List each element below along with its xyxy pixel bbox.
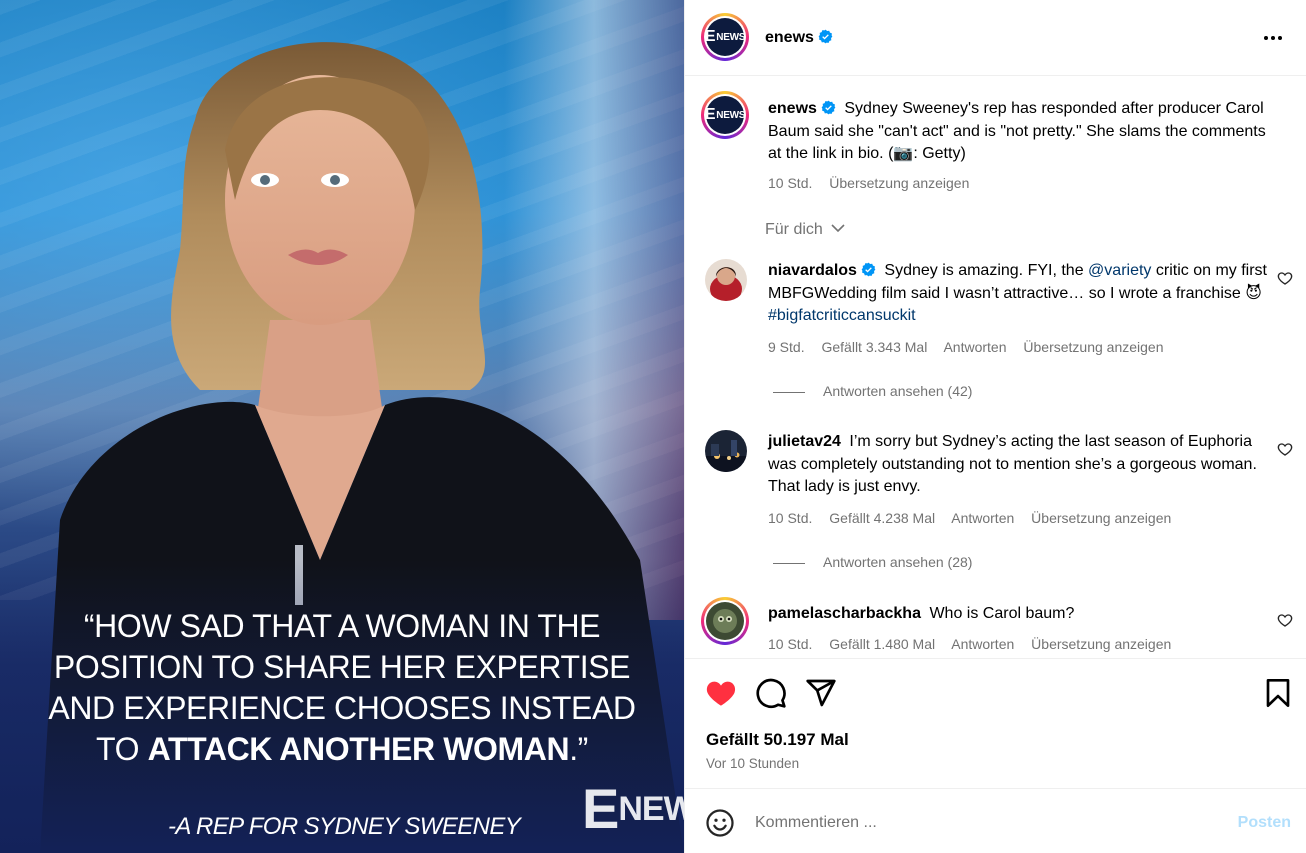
- comment-icon[interactable]: [755, 677, 787, 709]
- reply-button[interactable]: Antworten: [951, 636, 1014, 652]
- comment-text: pamelascharbackha Who is Carol baum?: [768, 603, 1268, 626]
- quote-line-1: “HOW SAD THAT A WOMAN IN THE: [83, 608, 601, 644]
- verified-badge-icon: [818, 29, 833, 44]
- comment-username[interactable]: julietav24: [768, 433, 841, 450]
- reply-button[interactable]: Antworten: [943, 339, 1006, 355]
- enews-logo-icon: E NEWS: [705, 96, 745, 134]
- like-comment-icon[interactable]: [1277, 270, 1293, 286]
- comment-meta: 9 Std. Gefällt 3.343 Mal Antworten Übers…: [768, 339, 1177, 355]
- post-actions: Gefällt 50.197 Mal Vor 10 Stunden: [685, 658, 1306, 788]
- enews-logo-icon: E NEWS: [705, 18, 745, 56]
- comment-time[interactable]: 10 Std.: [768, 636, 812, 652]
- quote-line-3: AND EXPERIENCE CHOOSES INSTEAD: [48, 690, 636, 726]
- comment-body: Who is Carol baum?: [929, 605, 1075, 622]
- comment-meta: 10 Std. Gefällt 4.238 Mal Antworten Über…: [768, 510, 1184, 526]
- header-username[interactable]: enews: [765, 29, 833, 47]
- comment-likes[interactable]: Gefällt 1.480 Mal: [829, 636, 935, 652]
- caption-translate-link[interactable]: Übersetzung anzeigen: [829, 175, 969, 191]
- caption-username[interactable]: enews: [768, 100, 836, 117]
- view-replies-button[interactable]: Antworten ansehen (42): [773, 383, 972, 399]
- post-header: E NEWS enews: [685, 0, 1306, 76]
- quote-line-4-bold: ATTACK ANOTHER WOMAN: [147, 731, 570, 767]
- comment-username[interactable]: pamelascharbackha: [768, 605, 921, 622]
- translate-link[interactable]: Übersetzung anzeigen: [1031, 636, 1171, 652]
- caption-meta: 10 Std. Übersetzung anzeigen: [768, 175, 982, 191]
- comment-username[interactable]: niavardalos: [768, 262, 876, 279]
- comment-meta: 10 Std. Gefällt 1.480 Mal Antworten Über…: [768, 636, 1184, 652]
- comment-time[interactable]: 9 Std.: [768, 339, 805, 355]
- post-image[interactable]: “HOW SAD THAT A WOMAN IN THE POSITION TO…: [0, 0, 684, 853]
- comment-avatar[interactable]: [701, 597, 749, 645]
- comment-composer: Posten: [685, 788, 1306, 853]
- comment-filter-label: Für dich: [765, 221, 823, 238]
- comment-text: niavardalos Sydney is amazing. FYI, the …: [768, 260, 1268, 328]
- translate-link[interactable]: Übersetzung anzeigen: [1031, 510, 1171, 526]
- comment-filter-dropdown[interactable]: Für dich: [765, 221, 845, 239]
- quote-attribution: -A REP FOR SYDNEY SWEENEY: [168, 813, 521, 840]
- comment-body: Sydney is amazing. FYI, the: [884, 262, 1089, 279]
- like-comment-icon[interactable]: [1277, 441, 1293, 457]
- post-sidebar: E NEWS enews E NEWS enews Sydney Sweeney's…: [684, 0, 1306, 853]
- comments-section[interactable]: E NEWS enews Sydney Sweeney's rep has res…: [685, 77, 1306, 658]
- watermark-e: E: [582, 777, 619, 840]
- quote-line-4-pre: TO: [96, 731, 148, 767]
- verified-badge-icon: [861, 262, 876, 277]
- post-likes-count[interactable]: Gefällt 50.197 Mal: [706, 730, 849, 750]
- caption-text: enews Sydney Sweeney's rep has responded…: [768, 98, 1268, 166]
- header-username-text[interactable]: enews: [765, 29, 814, 46]
- comment-avatar[interactable]: [705, 430, 747, 472]
- comment-text: julietav24 I’m sorry but Sydney’s acting…: [768, 431, 1268, 499]
- mention-link[interactable]: @variety: [1088, 262, 1151, 279]
- comment-time[interactable]: 10 Std.: [768, 510, 812, 526]
- comment-input[interactable]: [755, 809, 1215, 837]
- hashtag-link[interactable]: #bigfatcriticcansuckit: [768, 307, 916, 324]
- share-icon[interactable]: [805, 677, 837, 709]
- watermark-news: NEWS: [618, 790, 684, 828]
- quote-text: “HOW SAD THAT A WOMAN IN THE POSITION TO…: [20, 606, 664, 770]
- caption-avatar[interactable]: E NEWS: [701, 91, 749, 139]
- quote-line-4-post: .”: [569, 731, 588, 767]
- chevron-down-icon: [831, 224, 845, 233]
- comment-likes[interactable]: Gefällt 3.343 Mal: [821, 339, 927, 355]
- post-timestamp[interactable]: Vor 10 Stunden: [706, 756, 799, 771]
- quote-line-2: POSITION TO SHARE HER EXPERTISE: [53, 649, 631, 685]
- view-replies-button[interactable]: Antworten ansehen (28): [773, 554, 972, 570]
- like-comment-icon[interactable]: [1277, 612, 1293, 628]
- caption-time[interactable]: 10 Std.: [768, 175, 812, 191]
- comment-avatar[interactable]: [705, 259, 747, 301]
- header-avatar[interactable]: E NEWS: [701, 13, 749, 61]
- enews-watermark: ENEWS: [582, 781, 684, 837]
- bookmark-icon[interactable]: [1262, 677, 1294, 709]
- post-comment-button[interactable]: Posten: [1238, 814, 1291, 832]
- quote-line-4: TO ATTACK ANOTHER WOMAN.”: [20, 729, 664, 770]
- caption-body: Sydney Sweeney's rep has responded after…: [768, 100, 1266, 162]
- emoji-icon[interactable]: [705, 808, 735, 838]
- like-heart-icon[interactable]: [705, 677, 737, 709]
- comment-likes[interactable]: Gefällt 4.238 Mal: [829, 510, 935, 526]
- translate-link[interactable]: Übersetzung anzeigen: [1023, 339, 1163, 355]
- more-options-icon[interactable]: [1261, 26, 1285, 50]
- reply-button[interactable]: Antworten: [951, 510, 1014, 526]
- comment-body: I’m sorry but Sydney’s acting the last s…: [768, 433, 1257, 495]
- verified-badge-icon: [821, 100, 836, 115]
